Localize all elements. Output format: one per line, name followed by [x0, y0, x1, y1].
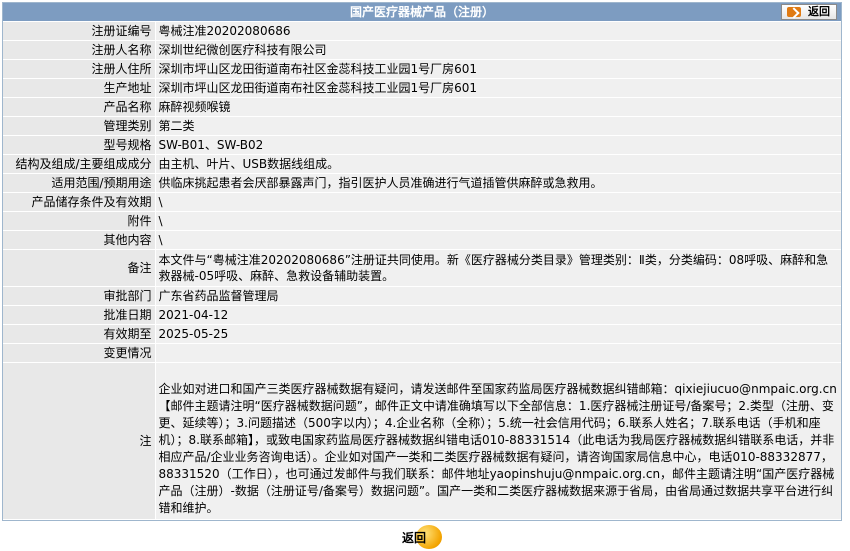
- field-label: 附件: [3, 211, 156, 231]
- note-text: 企业如对进口和国产三类医疗器械数据有疑问，请发送邮件至国家药监局医疗器械数据纠错…: [155, 362, 841, 520]
- field-label: 产品储存条件及有效期: [3, 192, 156, 212]
- field-label: 变更情况: [3, 343, 156, 363]
- row-valid-until: 有效期至 2025-05-25: [3, 324, 841, 344]
- field-label: 其他内容: [3, 230, 156, 250]
- title-bar: 国产医疗器械产品（注册） 返回: [3, 3, 841, 22]
- field-value: 广东省药品监督管理局: [155, 286, 841, 306]
- row-registration-number: 注册证编号 粤械注准20202080686: [3, 22, 841, 41]
- field-value: 第二类: [155, 116, 841, 136]
- row-structure: 结构及组成/主要组成成分 由主机、叶片、USB数据线组成。: [3, 154, 841, 174]
- row-attachments: 附件 \: [3, 211, 841, 231]
- field-value: \: [155, 230, 841, 250]
- field-value: 本文件与“粤械注准20202080686”注册证共同使用。新《医疗器械分类目录》…: [155, 249, 841, 287]
- field-value: 麻醉视频喉镜: [155, 97, 841, 117]
- field-label: 审批部门: [3, 286, 156, 306]
- field-label: 注册证编号: [3, 22, 156, 41]
- field-label: 生产地址: [3, 78, 156, 98]
- field-value: 深圳市坪山区龙田街道南布社区金蕊科技工业园1号厂房601: [155, 59, 841, 79]
- row-approval-dept: 审批部门 广东省药品监督管理局: [3, 286, 841, 306]
- row-intended-use: 适用范围/预期用途 供临床挑起患者会厌部暴露声门，指引医护人员准确进行气道插管供…: [3, 173, 841, 193]
- field-value: SW-B01、SW-B02: [155, 135, 841, 155]
- field-label: 注册人名称: [3, 40, 156, 60]
- field-label: 产品名称: [3, 97, 156, 117]
- field-value: 深圳世纪微创医疗科技有限公司: [155, 40, 841, 60]
- field-value: 供临床挑起患者会厌部暴露声门，指引医护人员准确进行气道插管供麻醉或急救用。: [155, 173, 841, 193]
- field-label: 注册人住所: [3, 59, 156, 79]
- row-model-spec: 型号规格 SW-B01、SW-B02: [3, 135, 841, 155]
- field-value: 粤械注准20202080686: [155, 22, 841, 41]
- row-production-address: 生产地址 深圳市坪山区龙田街道南布社区金蕊科技工业园1号厂房601: [3, 78, 841, 98]
- row-product-name: 产品名称 麻醉视频喉镜: [3, 97, 841, 117]
- field-value: 2025-05-25: [155, 324, 841, 344]
- info-table: 注册证编号 粤械注准20202080686 注册人名称 深圳世纪微创医疗科技有限…: [3, 22, 841, 520]
- row-registrant-address: 注册人住所 深圳市坪山区龙田街道南布社区金蕊科技工业园1号厂房601: [3, 59, 841, 79]
- row-registrant-name: 注册人名称 深圳世纪微创医疗科技有限公司: [3, 40, 841, 60]
- field-label: 有效期至: [3, 324, 156, 344]
- field-label: 适用范围/预期用途: [3, 173, 156, 193]
- back-button-bottom-label: 返回: [402, 531, 427, 545]
- field-label: 备注: [3, 249, 156, 287]
- back-button-bottom[interactable]: 返回: [402, 525, 442, 549]
- row-approval-date: 批准日期 2021-04-12: [3, 305, 841, 325]
- footer-bar: 返回: [2, 521, 842, 551]
- field-label: 管理类别: [3, 116, 156, 136]
- field-value: 由主机、叶片、USB数据线组成。: [155, 154, 841, 174]
- back-button-top[interactable]: 返回: [781, 4, 837, 20]
- page-title: 国产医疗器械产品（注册）: [349, 5, 494, 19]
- field-label: 批准日期: [3, 305, 156, 325]
- field-value: 深圳市坪山区龙田街道南布社区金蕊科技工业园1号厂房601: [155, 78, 841, 98]
- row-changes: 变更情况: [3, 343, 841, 363]
- row-management-class: 管理类别 第二类: [3, 116, 841, 136]
- row-other: 其他内容 \: [3, 230, 841, 250]
- record-panel: 国产医疗器械产品（注册） 返回 注册证编号 粤械注准20202080686 注册…: [2, 2, 842, 521]
- field-value: 2021-04-12: [155, 305, 841, 325]
- back-arrow-icon: [787, 7, 801, 17]
- row-note: 注 企业如对进口和国产三类医疗器械数据有疑问，请发送邮件至国家药监局医疗器械数据…: [3, 362, 841, 520]
- field-value: \: [155, 192, 841, 212]
- field-label: 型号规格: [3, 135, 156, 155]
- field-label: 结构及组成/主要组成成分: [3, 154, 156, 174]
- row-remarks: 备注 本文件与“粤械注准20202080686”注册证共同使用。新《医疗器械分类…: [3, 249, 841, 287]
- back-button-top-label: 返回: [808, 5, 830, 18]
- field-value: \: [155, 211, 841, 231]
- row-storage: 产品储存条件及有效期 \: [3, 192, 841, 212]
- field-value: [155, 343, 841, 363]
- note-label: 注: [3, 362, 156, 520]
